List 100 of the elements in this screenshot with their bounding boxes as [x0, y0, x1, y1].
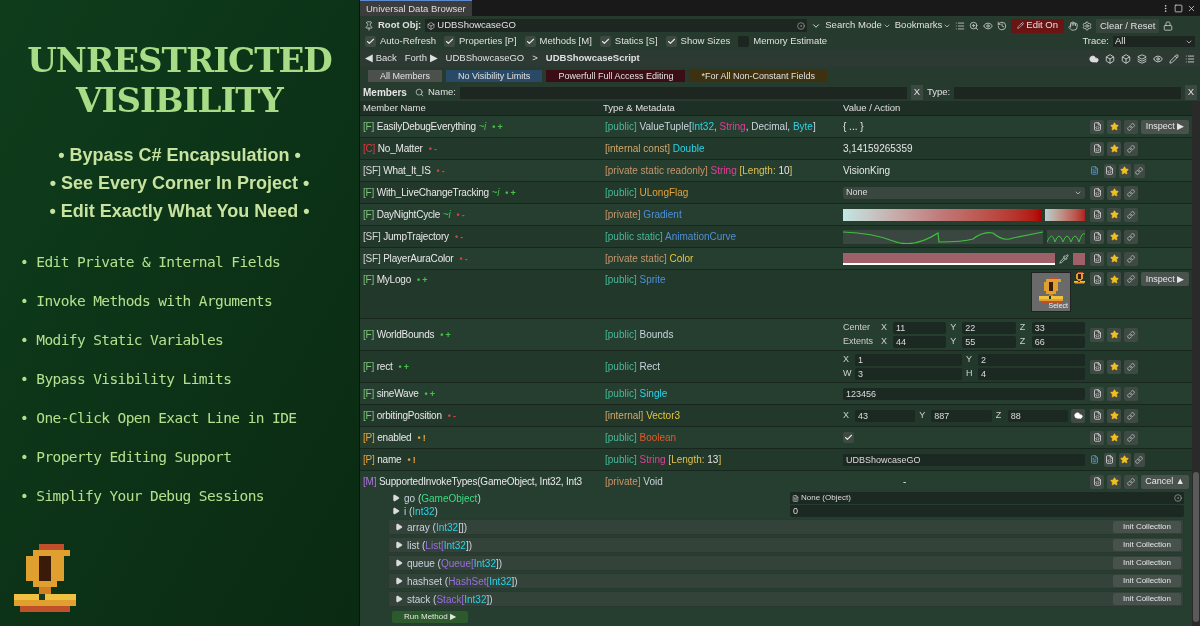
init-collection-button[interactable]: Init Collection	[1113, 575, 1181, 588]
clear-name-button[interactable]: X	[911, 85, 923, 100]
gradient-preview[interactable]	[1045, 208, 1085, 221]
root-object-field[interactable]: UDBShowcaseGO	[425, 19, 808, 32]
value-field[interactable]: 88	[1007, 409, 1068, 422]
value-field[interactable]: 1	[855, 353, 962, 366]
link-button[interactable]	[1124, 229, 1138, 244]
gradient-bar[interactable]	[843, 208, 1041, 221]
value-field[interactable]: 66	[1031, 336, 1085, 348]
color-field[interactable]	[843, 252, 1055, 265]
favorite-button[interactable]	[1118, 163, 1131, 178]
favorite-button[interactable]	[1107, 251, 1121, 266]
value-field[interactable]: 43	[855, 409, 916, 422]
link-button[interactable]	[1133, 163, 1146, 178]
link-button[interactable]	[1124, 251, 1138, 266]
color-swatch[interactable]	[1073, 252, 1085, 265]
script-button[interactable]	[1103, 452, 1116, 467]
filter-chip[interactable]: Powerfull Full Access Editing	[546, 69, 686, 82]
favorite-button[interactable]	[1107, 119, 1121, 134]
script-button[interactable]	[1090, 327, 1104, 342]
checkbox[interactable]	[365, 36, 376, 47]
checkbox[interactable]	[665, 36, 677, 47]
eyedropper-icon[interactable]	[1059, 253, 1069, 264]
value-field[interactable]: 4	[978, 368, 1085, 380]
script-button[interactable]	[1090, 430, 1104, 445]
cube-icon[interactable]	[1105, 53, 1115, 64]
value-field[interactable]: 11	[893, 321, 947, 334]
value-field[interactable]: 887	[931, 409, 992, 422]
checkbox[interactable]	[599, 36, 611, 47]
value-field[interactable]: 123456	[843, 387, 1085, 400]
link-button[interactable]	[1124, 408, 1138, 423]
link-button[interactable]	[1124, 272, 1138, 287]
favorite-button[interactable]	[1107, 272, 1121, 287]
inspect-button[interactable]: Inspect ▶	[1141, 272, 1189, 287]
init-collection-button[interactable]: Init Collection	[1113, 593, 1181, 606]
value-field[interactable]: UDBShowcaseGO	[843, 453, 1085, 466]
checkbox[interactable]	[444, 36, 455, 47]
script-button[interactable]	[1090, 229, 1104, 244]
favorite-button[interactable]	[1118, 452, 1131, 467]
link-button[interactable]	[1124, 359, 1138, 374]
hand-icon[interactable]	[1068, 20, 1078, 31]
close-icon[interactable]	[1187, 4, 1196, 13]
link-button[interactable]	[1124, 207, 1138, 222]
script-button[interactable]	[1090, 251, 1104, 266]
forth-button[interactable]: Forth ▶	[404, 51, 438, 66]
script-button[interactable]	[1090, 359, 1104, 374]
value-field[interactable]: 22	[962, 321, 1016, 334]
breadcrumb-link[interactable]: UDBShowcaseScript	[545, 51, 640, 66]
breadcrumb-link[interactable]: UDBShowcaseGO	[445, 51, 525, 66]
value-field[interactable]: 0	[790, 505, 1184, 518]
dropdown[interactable]: None	[843, 186, 1085, 199]
value-field[interactable]: 55	[962, 336, 1016, 348]
filter-chip[interactable]: All Members	[368, 69, 442, 82]
favorite-button[interactable]	[1107, 430, 1121, 445]
value-field[interactable]: 44	[893, 336, 947, 348]
settings-icon[interactable]	[1082, 20, 1092, 31]
favorite-button[interactable]	[1107, 408, 1121, 423]
run-method-button[interactable]: Run Method ▶	[392, 611, 468, 624]
link-button[interactable]	[1124, 185, 1138, 200]
script-button[interactable]	[1090, 386, 1104, 401]
bookmarks-dropdown[interactable]: Bookmarks	[894, 18, 952, 33]
script-button[interactable]	[1090, 408, 1104, 423]
checkbox[interactable]	[843, 432, 854, 444]
favorite-button[interactable]	[1107, 474, 1121, 489]
link-button[interactable]	[1133, 452, 1146, 467]
script-button[interactable]	[1090, 141, 1104, 156]
favorite-button[interactable]	[1107, 141, 1121, 156]
list-icon[interactable]	[955, 20, 966, 31]
maximize-icon[interactable]	[1174, 4, 1183, 13]
script-button[interactable]	[1090, 185, 1104, 200]
curve-graph[interactable]	[843, 229, 1043, 244]
script-button[interactable]	[1103, 163, 1116, 178]
checkbox[interactable]	[524, 36, 536, 47]
favorite-button[interactable]	[1107, 359, 1121, 374]
edit-toggle[interactable]: Edit On	[1011, 18, 1064, 33]
script-button[interactable]	[1090, 474, 1104, 489]
scrollbar-thumb[interactable]	[1193, 472, 1199, 622]
search-mode-dropdown[interactable]: Search Mode	[825, 18, 891, 33]
filter-chip[interactable]: No Visibility Limits	[446, 69, 543, 82]
link-button[interactable]	[1124, 474, 1138, 489]
favorite-button[interactable]	[1107, 327, 1121, 342]
script-button[interactable]	[1090, 119, 1104, 134]
inspect-button[interactable]: Cancel ▲	[1141, 474, 1189, 489]
link-button[interactable]	[1124, 119, 1138, 134]
filter-chip[interactable]: *For All Non-Constant Fields	[689, 69, 827, 82]
more-icon[interactable]	[1161, 4, 1170, 13]
trace-dropdown[interactable]: All	[1113, 36, 1195, 47]
document-button[interactable]	[1089, 452, 1101, 467]
inspect-button[interactable]: Inspect ▶	[1141, 119, 1189, 134]
zoom-icon[interactable]	[969, 20, 980, 31]
favorite-button[interactable]	[1107, 207, 1121, 222]
list-icon[interactable]	[1185, 53, 1195, 64]
history-icon[interactable]	[997, 20, 1008, 31]
link-button[interactable]	[1124, 386, 1138, 401]
clear-reset-button[interactable]: Clear / Reset	[1096, 18, 1160, 33]
link-button[interactable]	[1124, 141, 1138, 156]
favorite-button[interactable]	[1107, 229, 1121, 244]
cube-icon[interactable]	[1121, 53, 1131, 64]
link-button[interactable]	[1124, 327, 1138, 342]
clear-type-button[interactable]: X	[1185, 85, 1197, 100]
